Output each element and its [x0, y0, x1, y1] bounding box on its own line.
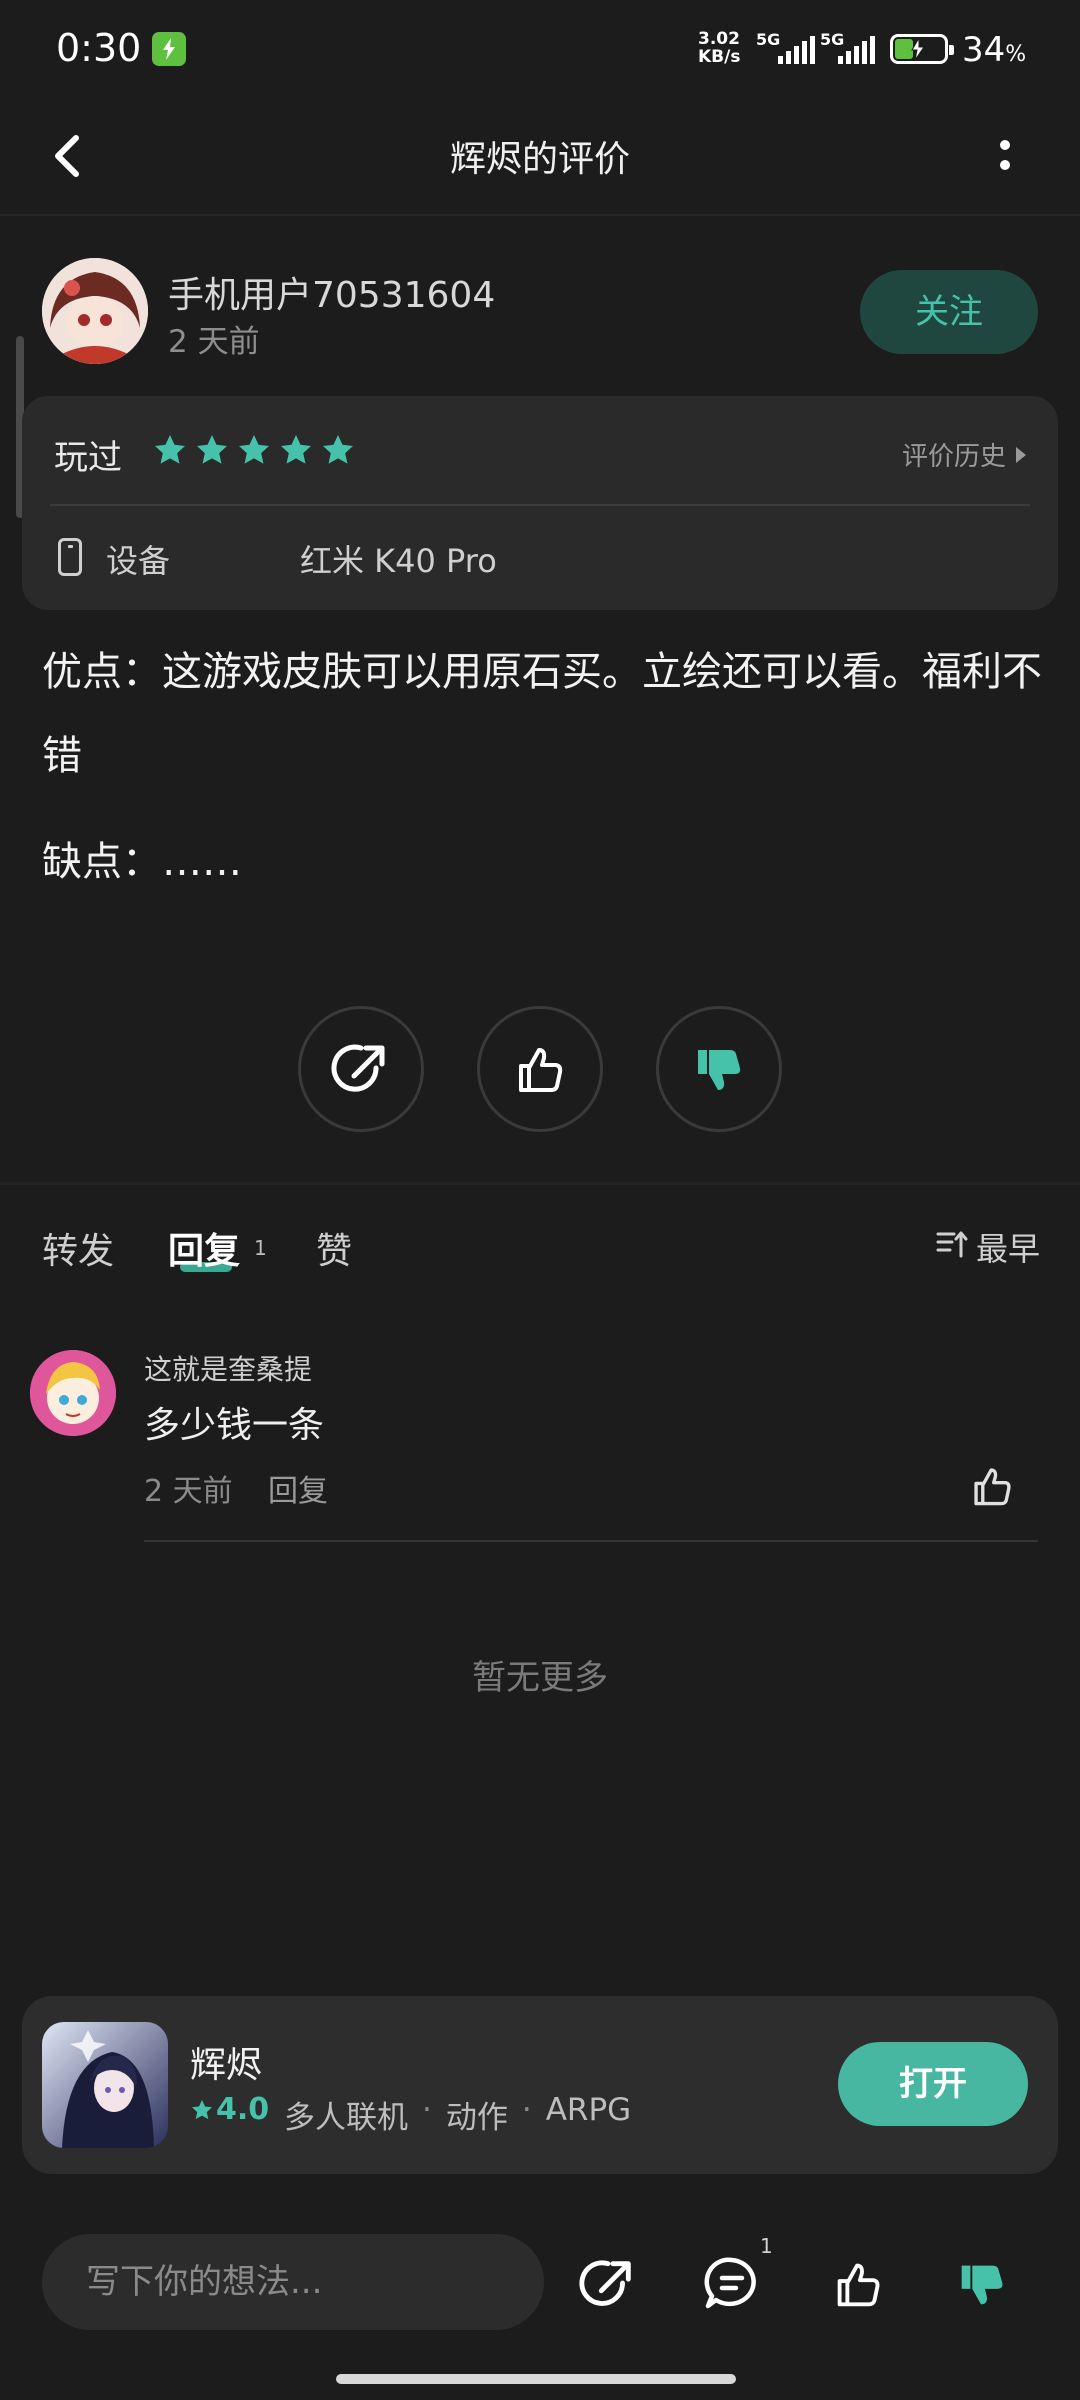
reply-time: 2 天前 [144, 1474, 233, 1509]
star-rating [152, 432, 356, 472]
status-time: 0:30 [56, 26, 142, 70]
game-tag: 多人联机 [284, 2100, 408, 2136]
comment-icon [704, 2257, 756, 2309]
game-name: 辉烬 [190, 2045, 263, 2086]
thumbs-up-icon [519, 1048, 563, 1092]
game-tags: 多人联机 · 动作 · ARPG [284, 2092, 632, 2136]
status-bar: 0:30 3.02 KB/s 5G 5G 34% [0, 0, 1080, 100]
device-value: 红米 K40 Pro [300, 542, 497, 580]
charging-notification-icon [152, 32, 186, 66]
like-bottom-button[interactable] [828, 2254, 888, 2314]
star-icon [192, 2100, 212, 2120]
page-title: 辉烬的评价 [449, 139, 630, 180]
signal-1-icon: 5G [756, 30, 822, 64]
dislike-bottom-button[interactable] [952, 2254, 1012, 2314]
share-icon [331, 1044, 385, 1092]
sort-icon [936, 1231, 968, 1258]
network-speed: 3.02 KB/s [698, 29, 741, 67]
app-bar: 辉烬的评价 [0, 100, 1080, 216]
more-options-button[interactable] [980, 126, 1030, 186]
tab-like[interactable]: 赞 [316, 1222, 352, 1274]
battery-percent: 34% [962, 30, 1027, 70]
reply-reply-button[interactable]: 回复 [268, 1466, 328, 1510]
game-card[interactable]: 辉烬 4.0 多人联机 · 动作 · ARPG 打开 [22, 1996, 1058, 2174]
triangle-right-icon [1016, 447, 1026, 463]
played-label: 玩过 [54, 438, 122, 478]
reply-like-button[interactable] [966, 1460, 1018, 1512]
share-icon [579, 2260, 631, 2306]
tab-reply[interactable]: 回复 [168, 1222, 240, 1274]
reply-username[interactable]: 这就是奎桑提 [144, 1348, 312, 1388]
rating-card: 玩过 评价历史 设备 红米 K40 Pro [22, 396, 1058, 610]
review-cons-text: 缺点：…… [42, 839, 242, 885]
thumbs-down-icon [698, 1050, 741, 1090]
comment-bottom-button[interactable] [702, 2254, 762, 2314]
game-rating: 4.0 [190, 2092, 269, 2127]
comment-input[interactable] [42, 2234, 544, 2330]
star-icon [323, 435, 353, 464]
share-bottom-button[interactable] [578, 2254, 638, 2314]
battery-icon [890, 34, 954, 64]
reply-divider [144, 1540, 1038, 1542]
author-post-time: 2 天前 [168, 324, 260, 360]
star-icon [239, 435, 269, 464]
thumbs-up-icon [974, 1468, 1011, 1506]
star-icon [155, 435, 185, 464]
open-game-button[interactable]: 打开 [838, 2042, 1028, 2126]
game-tag: 动作 [445, 2100, 508, 2136]
star-icon [281, 435, 311, 464]
rating-history-link[interactable]: 评价历史 [902, 436, 1026, 473]
star-icon [197, 435, 227, 464]
thumbs-down-icon [961, 2265, 1003, 2305]
reply-avatar[interactable] [30, 1350, 116, 1436]
follow-button[interactable]: 关注 [860, 270, 1038, 354]
comment-count-badge: 1 [760, 2234, 773, 2258]
sort-label: 最早 [976, 1230, 1041, 1268]
home-indicator[interactable] [336, 2374, 736, 2384]
share-button[interactable] [298, 1006, 424, 1132]
author-avatar[interactable] [42, 258, 148, 364]
reply-text: 多少钱一条 [144, 1405, 325, 1446]
bottom-bar: 1 [0, 2204, 1080, 2400]
card-divider [50, 504, 1030, 506]
tab-repost[interactable]: 转发 [42, 1222, 114, 1274]
thumbs-up-icon [837, 2263, 880, 2307]
signal-2-icon: 5G [820, 30, 886, 64]
no-more-label: 暂无更多 [472, 1658, 608, 1698]
section-divider [0, 1182, 1080, 1185]
phone-icon [58, 538, 82, 576]
game-icon[interactable] [42, 2022, 168, 2148]
author-name[interactable]: 手机用户70531604 [168, 266, 495, 318]
dislike-button[interactable] [656, 1006, 782, 1132]
reply-count: 1 [254, 1236, 267, 1260]
like-button[interactable] [477, 1006, 603, 1132]
device-label: 设备 [106, 542, 171, 580]
review-pros-text: 优点：这游戏皮肤可以用原石买。立绘还可以看。福利不错 [42, 649, 1042, 779]
game-tag: ARPG [545, 2092, 632, 2128]
